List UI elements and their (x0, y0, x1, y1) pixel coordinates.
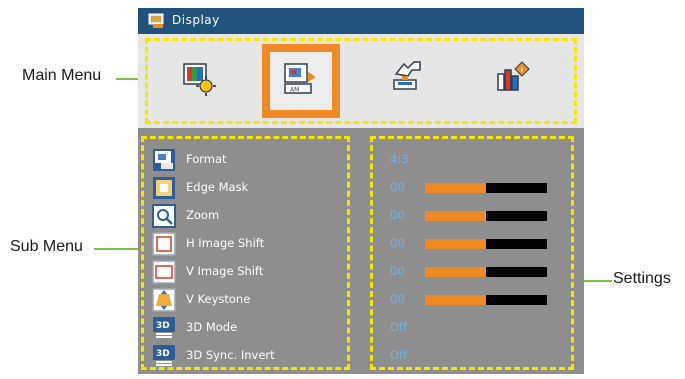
h-image-shift-slider[interactable] (425, 239, 547, 249)
edge-mask-icon (152, 176, 176, 200)
sub-menu-item-3d-sync-invert[interactable]: 3D 3D Sync. Invert Off (138, 342, 584, 370)
sub-menu-label: Format (186, 152, 227, 166)
zoom-slider[interactable] (425, 211, 547, 221)
sub-menu-label: V Image Shift (186, 264, 264, 278)
3d-mode-icon: 3D (152, 316, 176, 340)
h-image-shift-icon (152, 232, 176, 256)
v-keystone-icon (152, 288, 176, 312)
svg-text:AM: AM (290, 87, 299, 94)
main-menu-callout: Main Menu (22, 67, 102, 84)
slider-fill (425, 295, 486, 305)
svg-text:i: i (521, 66, 523, 74)
sub-menu-item-h-image-shift[interactable]: H Image Shift 00 (138, 230, 584, 258)
sub-menu-label: 3D Mode (186, 320, 238, 334)
slider-fill (425, 183, 486, 193)
settings-callout: Settings (613, 270, 671, 287)
main-menu-bar: AM i (138, 34, 584, 128)
display-title-icon (148, 13, 166, 29)
sub-menu-item-v-image-shift[interactable]: V Image Shift 00 (138, 258, 584, 286)
edge-mask-slider[interactable] (425, 183, 547, 193)
svg-text:3D: 3D (156, 321, 170, 331)
3d-sync-invert-icon: 3D (152, 344, 176, 368)
setting-value: 00 (390, 180, 405, 194)
sub-menu-label: Edge Mask (186, 180, 249, 194)
setting-value: 00 (390, 208, 405, 222)
setting-value: 00 (390, 236, 405, 250)
setting-value[interactable]: 4:3 (390, 152, 409, 166)
sub-menu-item-format[interactable]: Format 4:3 (138, 146, 584, 174)
v-image-shift-slider[interactable] (425, 267, 547, 277)
osd-menu-window: Display AM i Format 4:3 Edge Mask 00 Zoo… (138, 8, 584, 374)
sub-menu-area: Format 4:3 Edge Mask 00 Zoom 00 H Image … (138, 132, 584, 374)
setting-value[interactable]: Off (390, 348, 407, 362)
zoom-icon (152, 204, 176, 228)
window-title: Display (172, 13, 220, 27)
sub-menu-label: 3D Sync. Invert (186, 348, 275, 362)
setting-value: 00 (390, 292, 405, 306)
slider-fill (425, 239, 486, 249)
sub-menu-callout: Sub Menu (10, 238, 83, 255)
sub-menu-label: H Image Shift (186, 236, 265, 250)
v-image-shift-icon (152, 260, 176, 284)
sub-menu-item-3d-mode[interactable]: 3D 3D Mode Off (138, 314, 584, 342)
v-keystone-slider[interactable] (425, 295, 547, 305)
sub-menu-label: V Keystone (186, 292, 251, 306)
title-bar: Display (138, 8, 584, 34)
sub-menu-item-v-keystone[interactable]: V Keystone 00 (138, 286, 584, 314)
setting-value[interactable]: Off (390, 320, 407, 334)
display-menu-icon[interactable]: AM (282, 62, 320, 96)
options-menu-icon[interactable]: i (494, 60, 532, 94)
setting-value: 00 (390, 264, 405, 278)
svg-text:3D: 3D (156, 349, 170, 359)
slider-fill (425, 211, 486, 221)
slider-fill (425, 267, 486, 277)
format-icon (152, 148, 176, 172)
sub-menu-item-edge-mask[interactable]: Edge Mask 00 (138, 174, 584, 202)
sub-menu-item-zoom[interactable]: Zoom 00 (138, 202, 584, 230)
image-menu-icon[interactable] (180, 62, 218, 96)
setup-menu-icon[interactable] (390, 58, 428, 92)
sub-menu-label: Zoom (186, 208, 220, 222)
